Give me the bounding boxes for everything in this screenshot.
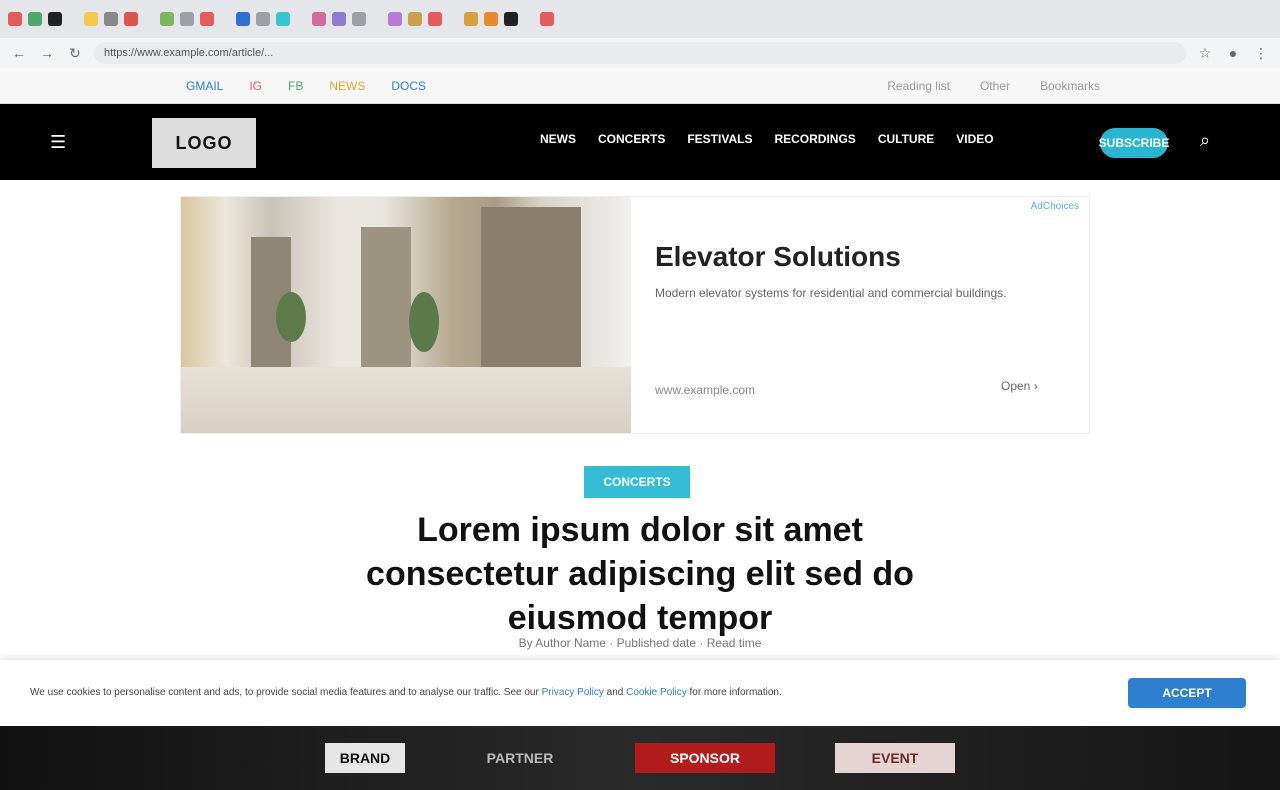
tab-favicon-icon[interactable]	[28, 12, 42, 26]
ad-domain: www.example.com	[655, 383, 756, 397]
tab-favicon-icon[interactable]	[388, 12, 402, 26]
tab-favicon-icon[interactable]	[236, 12, 250, 26]
tab-favicon-icon[interactable]	[104, 12, 118, 26]
bookmark-item[interactable]: FB	[282, 76, 309, 96]
cookie-text-part: and	[603, 687, 627, 698]
hamburger-menu-icon[interactable]: ☰	[50, 132, 66, 153]
sponsor-logo[interactable]: BRAND	[325, 743, 405, 773]
back-arrow-icon[interactable]: ←	[10, 44, 28, 62]
privacy-policy-link[interactable]: Privacy Policy	[542, 687, 604, 698]
sponsor-logo[interactable]: EVENT	[835, 743, 955, 773]
ad-copy: AdChoices Elevator Solutions Modern elev…	[631, 197, 1089, 433]
ad-banner[interactable]: AdChoices Elevator Solutions Modern elev…	[180, 196, 1090, 434]
cookie-text: We use cookies to personalise content an…	[30, 686, 1080, 700]
cookie-text-part: for more information.	[686, 687, 782, 698]
sponsor-logo[interactable]: PARTNER	[465, 743, 575, 773]
tab-favicon-icon[interactable]	[84, 12, 98, 26]
article-byline: By Author Name · Published date · Read t…	[518, 636, 762, 650]
search-icon[interactable]: ⌕	[1200, 130, 1210, 151]
bookmark-folder[interactable]: Bookmarks	[1040, 79, 1100, 93]
plant-graphic	[409, 292, 439, 352]
tab-favicon-icon[interactable]	[484, 12, 498, 26]
bookmark-item[interactable]: DOCS	[385, 76, 432, 96]
nav-item[interactable]: CULTURE	[878, 132, 934, 146]
cookie-text-part: We use cookies to personalise content an…	[30, 687, 542, 698]
cookie-policy-link[interactable]: Cookie Policy	[626, 687, 687, 698]
tab-favicon-icon[interactable]	[428, 12, 442, 26]
bookmark-item[interactable]: IG	[243, 76, 268, 96]
plant-graphic	[276, 292, 306, 342]
ad-image[interactable]	[181, 197, 631, 433]
floor-graphic	[181, 367, 631, 433]
menu-dots-icon[interactable]: ⋮	[1252, 44, 1270, 62]
tab-favicon-icon[interactable]	[256, 12, 270, 26]
tab-favicon-icon[interactable]	[540, 12, 554, 26]
ad-description: Modern elevator systems for residential …	[655, 286, 1007, 300]
tab-favicon-icon[interactable]	[352, 12, 366, 26]
subscribe-button[interactable]: SUBSCRIBE	[1099, 128, 1169, 158]
address-bar[interactable]: https://www.example.com/article/...	[94, 42, 1186, 64]
ad-cta-label: Open	[1001, 379, 1031, 393]
nav-item[interactable]: RECORDINGS	[774, 132, 855, 146]
cookie-banner: We use cookies to personalise content an…	[0, 660, 1280, 726]
nav-item[interactable]: FESTIVALS	[687, 132, 752, 146]
ad-title[interactable]: Elevator Solutions	[655, 241, 1065, 273]
site-logo[interactable]: LOGO	[152, 118, 256, 168]
ad-open-button[interactable]: Open ›	[1001, 379, 1038, 393]
tab-favicon-icon[interactable]	[464, 12, 478, 26]
tab-favicon-icon[interactable]	[48, 12, 62, 26]
bookmarks-bar: GMAIL IG FB NEWS DOCS Reading list Other…	[0, 68, 1280, 104]
tab-favicon-icon[interactable]	[276, 12, 290, 26]
accept-cookies-button[interactable]: ACCEPT	[1128, 678, 1246, 708]
bookmark-folder[interactable]: Other	[980, 79, 1010, 93]
forward-arrow-icon[interactable]: →	[38, 44, 56, 62]
tab-favicon-icon[interactable]	[160, 12, 174, 26]
tab-favicon-icon[interactable]	[504, 12, 518, 26]
browser-tab-strip	[0, 0, 1280, 38]
tab-favicon-icon[interactable]	[124, 12, 138, 26]
star-icon[interactable]: ☆	[1196, 44, 1214, 62]
nav-item[interactable]: CONCERTS	[598, 132, 665, 146]
tab-favicon-icon[interactable]	[312, 12, 326, 26]
sponsor-strip: BRAND PARTNER SPONSOR EVENT	[0, 726, 1280, 790]
bookmark-item[interactable]: NEWS	[323, 76, 371, 96]
tab-favicon-icon[interactable]	[200, 12, 214, 26]
reload-icon[interactable]: ↻	[66, 44, 84, 62]
tab-favicon-icon[interactable]	[408, 12, 422, 26]
browser-toolbar: ← → ↻ https://www.example.com/article/..…	[0, 38, 1280, 68]
elevator-door-graphic	[361, 227, 411, 377]
bookmark-item[interactable]: GMAIL	[180, 76, 229, 96]
extension-icon[interactable]: ●	[1224, 44, 1242, 62]
adchoices-icon[interactable]: AdChoices	[1031, 201, 1079, 212]
article-headline: Lorem ipsum dolor sit amet consectetur a…	[366, 511, 914, 637]
tab-favicon-icon[interactable]	[332, 12, 346, 26]
bookmark-folder[interactable]: Reading list	[887, 79, 950, 93]
sponsor-logo[interactable]: SPONSOR	[635, 743, 775, 773]
site-header: ☰ LOGO NEWS CONCERTS FESTIVALS RECORDING…	[0, 104, 1280, 180]
tab-favicon-icon[interactable]	[180, 12, 194, 26]
tab-favicon-icon[interactable]	[8, 12, 22, 26]
nav-item[interactable]: NEWS	[540, 132, 576, 146]
nav-item[interactable]: VIDEO	[956, 132, 993, 146]
category-tag[interactable]: CONCERTS	[584, 466, 690, 498]
main-nav: NEWS CONCERTS FESTIVALS RECORDINGS CULTU…	[540, 132, 994, 146]
